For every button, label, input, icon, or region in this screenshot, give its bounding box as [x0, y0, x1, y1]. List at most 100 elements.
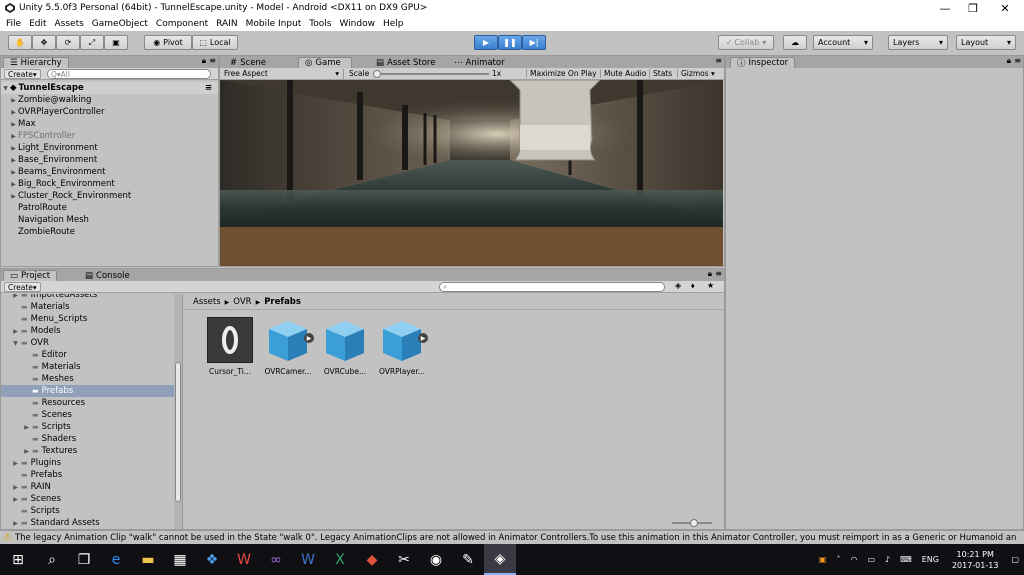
- tab-inspector[interactable]: ⓘ Inspector: [730, 57, 796, 69]
- tab-scene[interactable]: # Scene: [224, 57, 272, 68]
- menu-rain[interactable]: RAIN: [212, 19, 241, 29]
- expand-arrow-icon[interactable]: ▶: [9, 109, 18, 116]
- folder-item[interactable]: ▶ ▬ ImportedAssets: [1, 294, 174, 301]
- folder-item[interactable]: ▬ Prefabs: [1, 469, 174, 481]
- panel-menu-icon[interactable]: ≡: [1014, 56, 1021, 65]
- breadcrumb-assets[interactable]: Assets: [193, 297, 221, 307]
- folder-item[interactable]: ▬ Prefabs: [1, 385, 174, 397]
- expand-arrow-icon[interactable]: ▶: [11, 496, 20, 503]
- asset-item-ovrcube[interactable]: OVRCube...: [317, 317, 373, 376]
- expand-arrow-icon[interactable]: ▶: [11, 520, 20, 527]
- tab-project[interactable]: ▭ Project: [3, 270, 58, 281]
- scale-slider-thumb[interactable]: [373, 70, 381, 78]
- panel-menu-icon[interactable]: ≡: [205, 83, 212, 93]
- hierarchy-item[interactable]: ▶ Cluster_Rock_Environment: [1, 190, 218, 202]
- expand-arrow-icon[interactable]: ▶: [9, 169, 18, 176]
- menu-edit[interactable]: Edit: [25, 19, 50, 29]
- breadcrumb-ovr[interactable]: OVR: [233, 297, 251, 307]
- lock-icon[interactable]: 🔒︎: [1007, 56, 1011, 66]
- folder-item[interactable]: ▶ ▬ Plugins: [1, 457, 174, 469]
- scene-root-row[interactable]: ▼ ◆ TunnelEscape ≡: [1, 82, 218, 94]
- folder-item[interactable]: ▶ ▬ Scripts: [1, 421, 174, 433]
- wifi-icon[interactable]: ◠: [845, 555, 862, 564]
- folder-item[interactable]: ▶ ▬ Standard Assets: [1, 517, 174, 529]
- stats-toggle[interactable]: Stats: [649, 69, 672, 78]
- taskbar-visual-studio[interactable]: ∞: [260, 544, 292, 575]
- hierarchy-item[interactable]: ▶ Beams_Environment: [1, 166, 218, 178]
- keyboard-icon[interactable]: ⌨: [895, 555, 917, 564]
- chevron-up-icon[interactable]: ˄: [831, 555, 845, 564]
- folder-item[interactable]: ▬ Materials: [1, 301, 174, 313]
- expand-arrow-icon[interactable]: ▶: [11, 294, 20, 299]
- maximize-button[interactable]: ❐: [958, 0, 988, 16]
- taskbar-tools[interactable]: ✂: [388, 544, 420, 575]
- folder-item[interactable]: ▼ ▬ OVR: [1, 337, 174, 349]
- action-center-icon[interactable]: ▢: [1006, 555, 1024, 564]
- pause-button[interactable]: ❚❚: [498, 35, 522, 50]
- hierarchy-item[interactable]: ▶ Light_Environment: [1, 142, 218, 154]
- expand-arrow-icon[interactable]: ▶: [11, 328, 20, 335]
- taskbar-paint[interactable]: ✎: [452, 544, 484, 575]
- hierarchy-create-button[interactable]: Create ▾: [4, 69, 41, 79]
- expand-arrow-icon[interactable]: ▶: [9, 133, 18, 140]
- project-create-button[interactable]: Create ▾: [4, 282, 41, 292]
- folder-item[interactable]: ▬ Scripts: [1, 505, 174, 517]
- mute-audio-toggle[interactable]: Mute Audio: [600, 69, 646, 78]
- tab-game[interactable]: ◎ Game: [298, 57, 352, 68]
- project-search-input[interactable]: ⌕: [439, 282, 665, 292]
- folder-item[interactable]: ▬ Editor: [1, 349, 174, 361]
- layers-dropdown[interactable]: Layers ▾: [888, 35, 948, 50]
- expand-arrow-icon[interactable]: ▶: [9, 157, 18, 164]
- gizmos-dropdown[interactable]: Gizmos ▾: [677, 69, 715, 78]
- volume-icon[interactable]: ♪: [880, 555, 895, 564]
- pivot-toggle[interactable]: ◉ Pivot: [144, 35, 192, 50]
- clock[interactable]: 10:21 PM 2017-01-13: [944, 549, 1007, 571]
- scale-slider[interactable]: [373, 70, 489, 78]
- hierarchy-item[interactable]: ▶ Zombie@walking: [1, 94, 218, 106]
- search-button[interactable]: ⌕: [36, 544, 68, 575]
- lock-icon[interactable]: 🔒︎: [708, 269, 712, 279]
- folder-item[interactable]: ▶ ▬ RAIN: [1, 481, 174, 493]
- folder-item[interactable]: ▬ Resources: [1, 397, 174, 409]
- rect-tool-button[interactable]: ▣: [104, 35, 128, 50]
- collab-dropdown[interactable]: ✓ Collab ▾: [718, 35, 774, 50]
- hierarchy-item[interactable]: Navigation Mesh: [1, 214, 218, 226]
- taskbar-excel[interactable]: X: [324, 544, 356, 575]
- rotate-tool-button[interactable]: ⟳: [56, 35, 80, 50]
- folder-item[interactable]: ▬ Materials: [1, 361, 174, 373]
- hierarchy-item[interactable]: PatrolRoute: [1, 202, 218, 214]
- hand-tool-button[interactable]: ✋: [8, 35, 32, 50]
- expand-arrow-icon[interactable]: ▶: [11, 484, 20, 491]
- tree-scrollbar-thumb[interactable]: [175, 362, 181, 502]
- filter-type-icon[interactable]: ◈: [675, 281, 681, 290]
- expand-arrow-icon[interactable]: ▶: [22, 448, 31, 455]
- expand-arrow-icon[interactable]: ▶: [11, 460, 20, 467]
- lock-icon[interactable]: 🔒︎: [202, 56, 206, 66]
- menu-assets[interactable]: Assets: [51, 19, 88, 29]
- icon-size-slider-thumb[interactable]: [690, 519, 698, 527]
- tree-scrollbar[interactable]: [174, 294, 182, 529]
- menu-tools[interactable]: Tools: [305, 19, 335, 29]
- hierarchy-item[interactable]: ZombieRoute: [1, 226, 218, 238]
- step-button[interactable]: ▶|: [522, 35, 546, 50]
- menu-file[interactable]: File: [2, 19, 25, 29]
- hierarchy-search-input[interactable]: Q▾All: [47, 69, 211, 79]
- cloud-button[interactable]: ☁: [783, 35, 807, 50]
- expand-arrow-icon[interactable]: ▶: [9, 181, 18, 188]
- game-viewport[interactable]: [220, 80, 723, 266]
- hierarchy-item[interactable]: ▶ Big_Rock_Environment: [1, 178, 218, 190]
- hierarchy-item[interactable]: ▶ Base_Environment: [1, 154, 218, 166]
- menu-help[interactable]: Help: [379, 19, 408, 29]
- aspect-dropdown[interactable]: Free Aspect ▾: [224, 69, 344, 79]
- expand-arrow-icon[interactable]: ▶: [9, 193, 18, 200]
- minimize-button[interactable]: —: [930, 0, 960, 16]
- asset-item-ovrplayer[interactable]: ▶ OVRPlayer...: [374, 317, 430, 376]
- expand-arrow-icon[interactable]: ▶: [22, 424, 31, 431]
- console-status-bar[interactable]: ⚠ The legacy Animation Clip "walk" canno…: [0, 530, 1024, 544]
- hierarchy-item[interactable]: ▶ OVRPlayerController: [1, 106, 218, 118]
- taskbar-explorer[interactable]: ▬: [132, 544, 164, 575]
- folder-item[interactable]: ▶ ▬ Scenes: [1, 493, 174, 505]
- breadcrumb-prefabs[interactable]: Prefabs: [264, 297, 301, 307]
- tab-asset-store[interactable]: ▤ Asset Store: [370, 57, 441, 68]
- favorite-star-icon[interactable]: ★: [707, 281, 714, 290]
